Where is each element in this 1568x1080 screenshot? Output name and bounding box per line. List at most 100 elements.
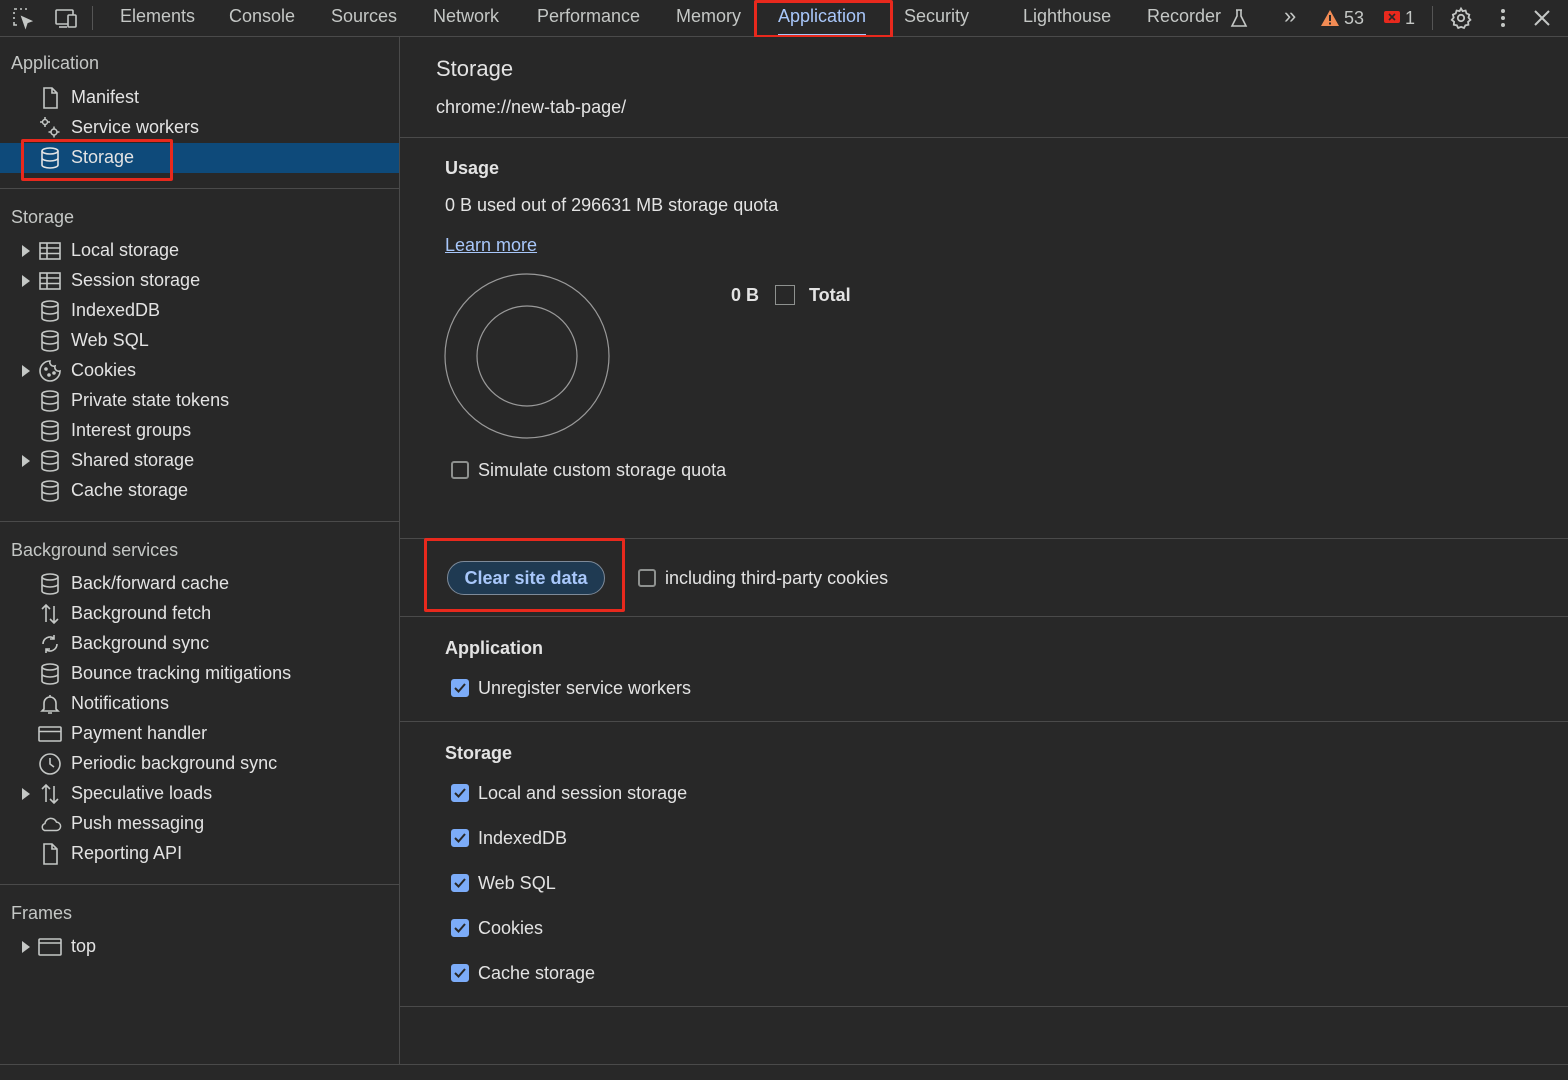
indexeddb-row[interactable]: IndexedDB [451, 826, 567, 850]
sidebar-item-cookies[interactable]: Cookies [0, 356, 399, 386]
inspect-element-icon[interactable] [9, 4, 37, 32]
bell-icon [40, 695, 60, 714]
document-icon [43, 87, 58, 109]
sidebar-item-background-fetch[interactable]: Background fetch [0, 599, 399, 629]
gears-icon [40, 117, 60, 138]
tab-sources[interactable]: Sources [331, 0, 397, 36]
sidebar-item-interest-groups[interactable]: Interest groups [0, 416, 399, 446]
sidebar-item-label: Private state tokens [71, 390, 230, 410]
expand-arrow-icon[interactable] [22, 245, 30, 257]
indexeddb-checkbox[interactable] [451, 829, 469, 847]
section-title-frames: Frames [11, 903, 73, 923]
clear-site-data-button[interactable]: Clear site data [447, 561, 605, 595]
expand-arrow-icon[interactable] [22, 455, 30, 467]
sidebar-item-local-storage[interactable]: Local storage [0, 236, 399, 266]
tab-application[interactable]: Application [778, 0, 867, 36]
simulate-quota-checkbox[interactable] [451, 461, 469, 479]
sidebar-item-session-storage[interactable]: Session storage [0, 266, 399, 296]
cache-storage-row[interactable]: Cache storage [451, 961, 595, 985]
sidebar-item-label: top [71, 936, 97, 956]
storage-options-heading: Storage [445, 743, 513, 763]
sidebar-item-frame-top[interactable]: top [0, 932, 399, 962]
sidebar-item-indexeddb[interactable]: IndexedDB [0, 296, 399, 326]
sidebar-item-periodic-background-sync[interactable]: Periodic background sync [0, 749, 399, 779]
database-icon [41, 450, 59, 472]
sidebar-item-push-messaging[interactable]: Push messaging [0, 809, 399, 839]
gear-icon[interactable] [1447, 4, 1475, 32]
expand-arrow-icon[interactable] [22, 788, 30, 800]
sidebar-item-label: Local storage [71, 240, 180, 260]
more-tabs-button[interactable]: » [1284, 0, 1296, 36]
tab-lighthouse[interactable]: Lighthouse [1023, 0, 1111, 36]
cache-storage-label: Cache storage [478, 962, 596, 983]
simulate-quota-row[interactable]: Simulate custom storage quota [451, 458, 726, 482]
usage-pie-chart [444, 273, 610, 439]
clock-icon [39, 753, 61, 775]
sidebar-item-cache-storage[interactable]: Cache storage [0, 476, 399, 506]
checkmark-icon [454, 968, 466, 978]
expand-arrow-icon[interactable] [22, 365, 30, 377]
sidebar-item-label: Notifications [71, 693, 170, 713]
close-icon[interactable] [1528, 4, 1556, 32]
origin-url: chrome://new-tab-page/ [436, 97, 627, 117]
database-icon [41, 573, 59, 595]
section-title-background-services: Background services [11, 540, 179, 560]
kebab-menu-icon[interactable] [1489, 4, 1517, 32]
errors-badge[interactable]: 1 [1383, 0, 1415, 36]
expand-arrow-icon[interactable] [22, 941, 30, 953]
unregister-service-workers-label: Unregister service workers [478, 677, 692, 698]
tab-performance[interactable]: Performance [537, 0, 640, 36]
web-sql-row[interactable]: Web SQL [451, 871, 556, 895]
sidebar-item-label: Interest groups [71, 420, 192, 440]
flask-icon [1225, 4, 1253, 32]
usage-text: 0 B used out of 296631 MB storage quota [445, 195, 779, 215]
sidebar-item-back-forward-cache[interactable]: Back/forward cache [0, 569, 399, 599]
warnings-badge[interactable]: 53 [1320, 0, 1364, 36]
legend-swatch [775, 285, 796, 305]
web-sql-checkbox[interactable] [451, 874, 469, 892]
checkmark-icon [454, 923, 466, 933]
tab-elements[interactable]: Elements [120, 0, 195, 36]
sidebar-item-private-state-tokens[interactable]: Private state tokens [0, 386, 399, 416]
legend-label: Total [809, 284, 851, 305]
cookies-checkbox[interactable] [451, 919, 469, 937]
sidebar-item-notifications[interactable]: Notifications [0, 689, 399, 719]
cache-storage-checkbox[interactable] [451, 964, 469, 982]
sidebar-item-manifest[interactable]: Manifest [0, 83, 399, 113]
sidebar-item-payment-handler[interactable]: Payment handler [0, 719, 399, 749]
legend-value: 0 B [731, 284, 760, 305]
tab-console[interactable]: Console [229, 0, 295, 36]
sidebar-item-reporting-api[interactable]: Reporting API [0, 839, 399, 869]
devtools-toolbar: Elements Console Sources Network Perform… [0, 0, 1568, 38]
local-session-storage-row[interactable]: Local and session storage [451, 781, 687, 805]
tab-network[interactable]: Network [433, 0, 499, 36]
checkmark-icon [454, 833, 466, 843]
learn-more-link[interactable]: Learn more [445, 235, 537, 256]
cookies-row[interactable]: Cookies [451, 916, 543, 940]
sidebar-item-label: Reporting API [71, 843, 183, 863]
sidebar-item-label: Periodic background sync [71, 753, 278, 773]
tab-security[interactable]: Security [904, 0, 969, 36]
sidebar-item-service-workers[interactable]: Service workers [0, 113, 399, 143]
third-party-cookies-checkbox[interactable] [638, 569, 656, 587]
sidebar-item-shared-storage[interactable]: Shared storage [0, 446, 399, 476]
credit-card-icon [38, 726, 62, 742]
sidebar-item-storage[interactable]: Storage [0, 143, 399, 173]
third-party-cookies-row[interactable]: including third-party cookies [638, 566, 888, 590]
unregister-service-workers-checkbox[interactable] [451, 679, 469, 697]
device-toolbar-icon[interactable] [52, 4, 80, 32]
sidebar-item-speculative-loads[interactable]: Speculative loads [0, 779, 399, 809]
sidebar-item-bounce-tracking-mitigations[interactable]: Bounce tracking mitigations [0, 659, 399, 689]
sidebar-item-background-sync[interactable]: Background sync [0, 629, 399, 659]
sidebar-item-label: Web SQL [71, 330, 149, 350]
local-session-storage-checkbox[interactable] [451, 784, 469, 802]
sidebar-item-label: Payment handler [71, 723, 208, 743]
database-icon [41, 147, 59, 169]
tab-memory[interactable]: Memory [676, 0, 741, 36]
tab-recorder[interactable]: Recorder [1147, 0, 1221, 36]
expand-arrow-icon[interactable] [22, 275, 30, 287]
unregister-service-workers-row[interactable]: Unregister service workers [451, 676, 691, 700]
drawer-strip [0, 1064, 1568, 1080]
sidebar-item-web-sql[interactable]: Web SQL [0, 326, 399, 356]
usage-heading: Usage [445, 158, 500, 178]
